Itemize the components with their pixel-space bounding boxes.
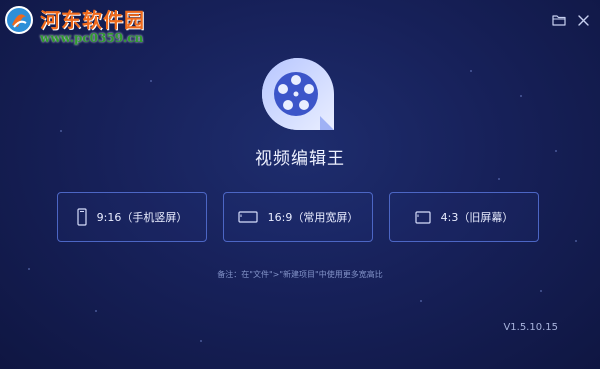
watermark-title: 河东软件园 [40, 8, 145, 32]
watermark-url: www.pc0359.cn [40, 31, 144, 45]
standard-screen-icon [415, 210, 431, 224]
aspect-ratio-hint: 备注：在"文件">"新建项目"中使用更多宽高比 [217, 270, 383, 279]
close-icon [577, 14, 589, 26]
ratio-9-16-button[interactable]: 9:16（手机竖屏） [57, 192, 207, 242]
ratio-4-3-label: 4:3（旧屏幕） [440, 211, 514, 224]
ratio-4-3-button[interactable]: 4:3（旧屏幕） [389, 192, 539, 242]
folder-icon [552, 15, 566, 26]
film-reel-icon [262, 58, 334, 130]
ratio-9-16-label: 9:16（手机竖屏） [96, 211, 188, 224]
watermark-logo-icon [5, 6, 33, 34]
site-watermark: 河东软件园 www.pc0359.cn [0, 0, 160, 52]
open-folder-button[interactable] [551, 12, 567, 28]
close-button[interactable] [575, 12, 591, 28]
portrait-screen-icon [77, 208, 87, 226]
ratio-16-9-label: 16:9（常用宽屏） [267, 211, 359, 224]
widescreen-icon [238, 211, 258, 223]
version-label: V1.5.10.15 [503, 322, 558, 333]
app-title: 视频编辑王 [255, 149, 345, 169]
ratio-16-9-button[interactable]: 16:9（常用宽屏） [223, 192, 373, 242]
